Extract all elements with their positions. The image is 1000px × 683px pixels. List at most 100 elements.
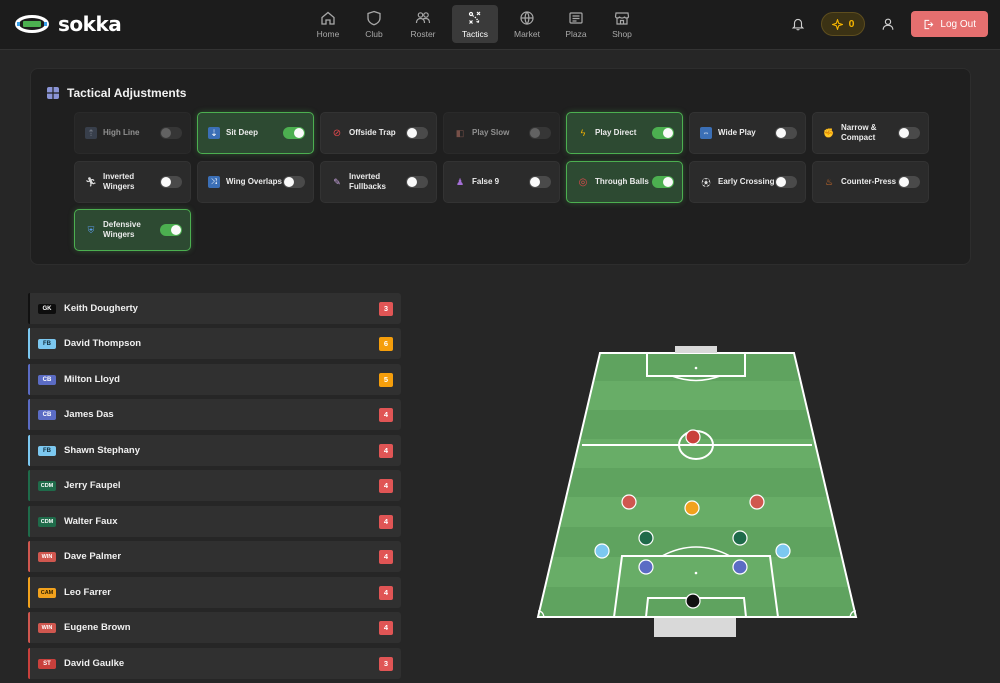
toggle-label: Narrow & Compact [841, 123, 877, 142]
toggle-sit-deep[interactable]: ⇣ Sit Deep [197, 112, 314, 154]
toggle-through-balls[interactable]: ◎ Through Balls [566, 161, 683, 203]
nav-label: Club [365, 28, 383, 39]
toggle-label: Sit Deep [226, 128, 259, 137]
toggle-switch[interactable] [160, 127, 182, 139]
player-marker-fb-left[interactable] [594, 543, 610, 559]
toggle-inverted-fullbacks[interactable]: ✎ Inverted Fullbacks [320, 161, 437, 203]
player-marker-gk[interactable] [685, 593, 701, 609]
toggle-switch[interactable] [529, 176, 551, 188]
player-marker-cdm-left[interactable] [638, 530, 654, 546]
toggle-wide-play[interactable]: ⇔ Wide Play [689, 112, 806, 154]
toggle-early-crossing[interactable]: ⚽︎ Early Crossing [689, 161, 806, 203]
stadium-logo-icon [15, 15, 49, 33]
toggle-high-line[interactable]: ⇡ High Line [74, 112, 191, 154]
player-row[interactable]: FB Shawn Stephany 4 [28, 435, 401, 466]
rating-badge: 4 [379, 443, 393, 458]
toggle-label: Defensive Wingers [103, 220, 141, 239]
player-name: Dave Palmer [64, 551, 122, 562]
player-marker-win-left[interactable] [621, 494, 637, 510]
toggle-switch[interactable] [898, 176, 920, 188]
shield-icon [367, 10, 381, 25]
store-icon [614, 11, 630, 25]
toggle-switch[interactable] [406, 176, 428, 188]
player-name: Eugene Brown [64, 622, 131, 633]
player-marker-win-right[interactable] [749, 494, 765, 510]
toggle-switch[interactable] [160, 176, 182, 188]
player-name: Milton Lloyd [64, 374, 120, 385]
rating-badge: 4 [379, 549, 393, 564]
player-marker-cb-left[interactable] [638, 559, 654, 575]
position-accent [28, 328, 30, 359]
profile-icon[interactable] [879, 15, 897, 33]
rating-badge: 4 [379, 514, 393, 529]
tactical-adjustments-panel: Tactical Adjustments ⇡ High Line ⇣ Sit D… [30, 68, 971, 265]
toggle-play-direct[interactable]: ϟ Play Direct [566, 112, 683, 154]
position-badge: WIN [38, 551, 56, 562]
toggle-play-slow[interactable]: ◧ Play Slow [443, 112, 560, 154]
player-marker-st[interactable] [685, 429, 701, 445]
shield-small-icon: ⛨ [87, 224, 95, 235]
nav-home[interactable]: Home [308, 5, 348, 43]
player-row[interactable]: WIN Eugene Brown 4 [28, 612, 401, 643]
toggle-wing-overlaps[interactable]: ⤨ Wing Overlaps [197, 161, 314, 203]
grid-icon [47, 87, 59, 99]
nav-plaza[interactable]: Plaza [556, 5, 596, 43]
toggle-switch[interactable] [283, 127, 305, 139]
player-row[interactable]: CAM Leo Farrer 4 [28, 577, 401, 608]
position-accent [28, 648, 30, 679]
coin-count: 0 [848, 18, 855, 30]
position-accent [28, 435, 30, 466]
nav-tactics[interactable]: Tactics [452, 5, 498, 43]
nav-label: Plaza [565, 28, 587, 39]
notifications-bell-icon[interactable] [789, 15, 807, 33]
toggle-switch[interactable] [898, 127, 920, 139]
toggle-defensive-wingers[interactable]: ⛨ Defensive Wingers [74, 209, 191, 251]
brand-name: sokka [58, 12, 122, 36]
nav-market[interactable]: Market [504, 5, 550, 43]
player-marker-cb-right[interactable] [732, 559, 748, 575]
formation-pitch [536, 346, 858, 637]
toggle-false-9[interactable]: ♟ False 9 [443, 161, 560, 203]
toggle-narrow-compact[interactable]: ✊ Narrow & Compact [812, 112, 929, 154]
player-row[interactable]: GK Keith Dougherty 3 [28, 293, 401, 324]
toggle-label: Early Crossing [718, 177, 775, 186]
toggle-switch[interactable] [652, 127, 674, 139]
player-row[interactable]: CDM Walter Faux 4 [28, 506, 401, 537]
nav-roster[interactable]: Roster [400, 5, 446, 43]
toggle-switch[interactable] [775, 127, 797, 139]
toggle-counter-press[interactable]: ♨ Counter-Press [812, 161, 929, 203]
nav-shop[interactable]: Shop [602, 5, 642, 43]
position-badge: CDM [38, 516, 56, 527]
toggle-switch[interactable] [160, 224, 182, 236]
toggle-inverted-wingers[interactable]: 🏃︎ Inverted Wingers [74, 161, 191, 203]
toggle-switch[interactable] [283, 176, 305, 188]
logout-icon [924, 19, 934, 29]
toggle-switch[interactable] [406, 127, 428, 139]
player-row[interactable]: FB David Thompson 6 [28, 328, 401, 359]
nav-club[interactable]: Club [354, 5, 394, 43]
brand[interactable]: sokka [14, 12, 122, 36]
toggle-switch[interactable] [529, 127, 551, 139]
player-row[interactable]: CDM Jerry Faupel 4 [28, 470, 401, 501]
toggle-switch[interactable] [652, 176, 674, 188]
penalty-spot [694, 571, 698, 575]
toggle-label: Counter-Press [841, 177, 897, 186]
player-marker-cam[interactable] [684, 500, 700, 516]
logout-button[interactable]: Log Out [911, 11, 988, 37]
toggle-offside-trap[interactable]: ⊘ Offside Trap [320, 112, 437, 154]
toggle-switch[interactable] [775, 176, 797, 188]
toggle-label: Wing Overlaps [226, 177, 282, 186]
coin-balance[interactable]: 0 [820, 12, 866, 36]
home-icon [321, 11, 335, 25]
position-badge: GK [38, 303, 56, 314]
player-marker-fb-right[interactable] [775, 543, 791, 559]
player-row[interactable]: WIN Dave Palmer 4 [28, 541, 401, 572]
player-row[interactable]: CB James Das 4 [28, 399, 401, 430]
fire-icon: ♨ [824, 176, 834, 187]
nav-label: Roster [410, 28, 436, 39]
player-row[interactable]: CB Milton Lloyd 5 [28, 364, 401, 395]
panel-title: Tactical Adjustments [67, 86, 187, 100]
toggle-label: Wide Play [718, 128, 756, 137]
player-row[interactable]: ST David Gaulke 3 [28, 648, 401, 679]
player-marker-cdm-right[interactable] [732, 530, 748, 546]
